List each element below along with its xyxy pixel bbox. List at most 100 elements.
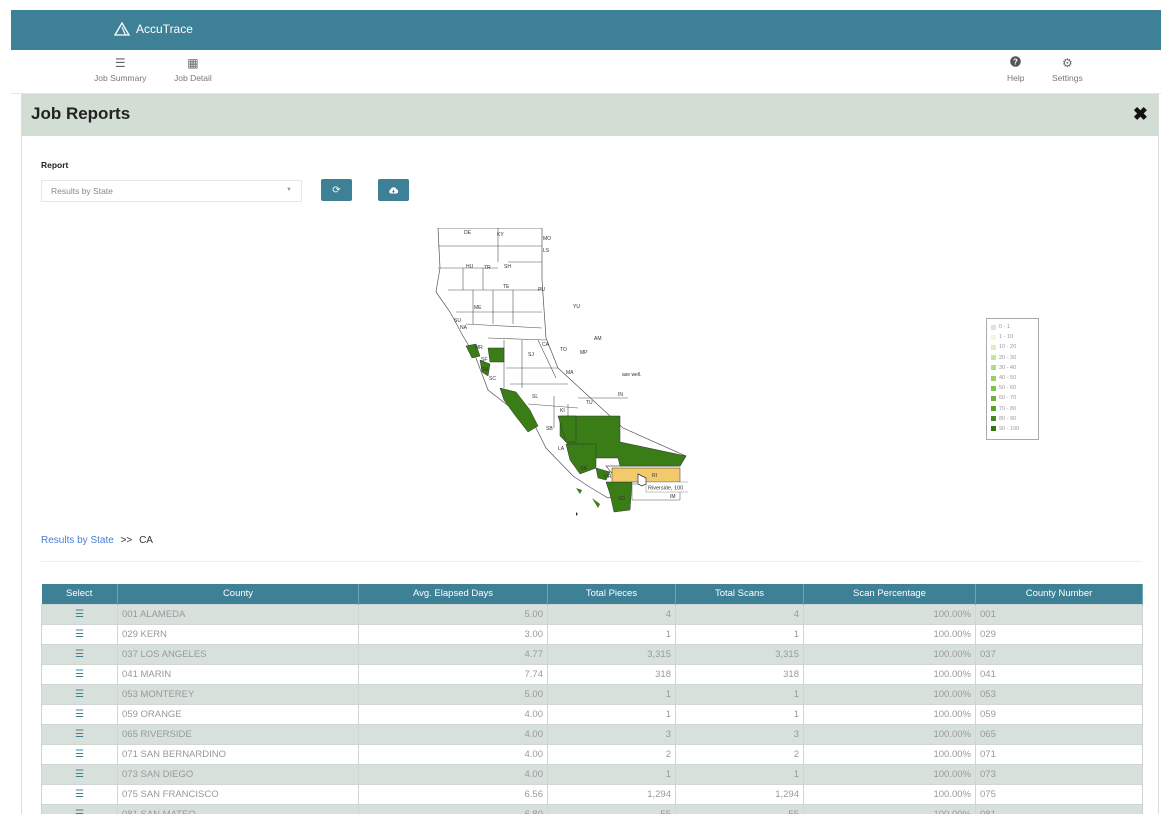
cell-county-number: 075 [975, 783, 1143, 805]
cell-county: 065 RIVERSIDE [117, 723, 359, 745]
select-row-icon[interactable]: ☰ [41, 803, 118, 814]
report-label: Report [41, 160, 69, 170]
col-header-avg-elapsed-days[interactable]: Avg. Elapsed Days [358, 584, 548, 604]
nav-job-summary-label: Job Summary [94, 73, 147, 83]
cell-scan-percentage: 100.00% [803, 623, 976, 645]
col-header-county-number[interactable]: County Number [975, 584, 1143, 604]
legend-item: 40 - 50 [991, 373, 1034, 383]
table-row[interactable]: ☰ 053 MONTEREY 5.00 1 1 100.00% 053 [41, 683, 1143, 705]
legend-swatch [991, 324, 996, 330]
county-results-table: Select County Avg. Elapsed Days Total Pi… [41, 584, 1143, 814]
table-row[interactable]: ☰ 065 RIVERSIDE 4.00 3 3 100.00% 065 [41, 723, 1143, 745]
select-row-icon[interactable]: ☰ [41, 683, 118, 705]
cell-total-pieces: 318 [547, 663, 676, 685]
table-row[interactable]: ☰ 037 LOS ANGELES 4.77 3,315 3,315 100.00% 037 [41, 643, 1143, 665]
col-header-total-scans[interactable]: Total Scans [675, 584, 804, 604]
cell-scan-percentage: 100.00% [803, 703, 976, 725]
map-label: SJ [528, 352, 534, 358]
nav-settings-label: Settings [1052, 73, 1083, 83]
legend-item: 90 - 100 [991, 424, 1034, 434]
select-row-icon[interactable]: ☰ [41, 663, 118, 685]
nav-job-summary[interactable]: ☰ Job Summary [94, 56, 146, 83]
legend-label: 80 - 90 [999, 415, 1017, 422]
select-row-icon[interactable]: ☰ [41, 703, 118, 725]
cell-county: 075 SAN FRANCISCO [117, 783, 359, 805]
col-header-scan-percentage[interactable]: Scan Percentage [803, 584, 976, 604]
map-label: CA [542, 342, 550, 348]
table-row[interactable]: ☰ 075 SAN FRANCISCO 6.56 1,294 1,294 100.00% 0… [41, 783, 1143, 805]
select-row-icon[interactable]: ☰ [41, 603, 118, 625]
legend-swatch [991, 426, 996, 432]
breadcrumb-current: CA [139, 535, 153, 546]
cell-total-scans: 1 [675, 703, 804, 725]
app-name: AccuTrace [136, 22, 193, 36]
cell-scan-percentage: 100.00% [803, 723, 976, 745]
col-header-county[interactable]: County [117, 584, 359, 604]
cell-county-number: 081 [975, 803, 1143, 814]
table-row[interactable]: ☰ 071 SAN BERNARDINO 4.00 2 2 100.00% 071 [41, 743, 1143, 765]
map-label: SB [546, 426, 553, 432]
map-label: TE [503, 284, 510, 290]
legend-item: 70 - 80 [991, 404, 1034, 414]
cell-total-scans: 3,315 [675, 643, 804, 665]
cell-county-number: 071 [975, 743, 1143, 765]
close-icon[interactable]: ✖ [1133, 104, 1148, 125]
map-annotation: ase well. [622, 372, 641, 378]
select-row-icon[interactable]: ☰ [41, 783, 118, 805]
table-row[interactable]: ☰ 041 MARIN 7.74 318 318 100.00% 041 [41, 663, 1143, 685]
cell-county-number: 001 [975, 603, 1143, 625]
col-header-total-pieces[interactable]: Total Pieces [547, 584, 676, 604]
download-button[interactable] [378, 179, 409, 201]
nav-bar: ☰ Job Summary ▦ Job Detail ? Help ⚙ Sett… [11, 50, 1161, 94]
map-label: SF [481, 357, 487, 363]
nav-job-detail[interactable]: ▦ Job Detail [174, 56, 212, 83]
refresh-button[interactable]: ⟳ [321, 179, 352, 201]
cell-avg-elapsed-days: 4.00 [358, 723, 548, 745]
legend-item: 50 - 60 [991, 383, 1034, 393]
select-row-icon[interactable]: ☰ [41, 623, 118, 645]
refresh-icon: ⟳ [332, 184, 341, 196]
cell-scan-percentage: 100.00% [803, 663, 976, 685]
cloud-download-icon [389, 187, 399, 194]
select-row-icon[interactable]: ☰ [41, 763, 118, 785]
cell-avg-elapsed-days: 5.00 [358, 603, 548, 625]
table-row[interactable]: ☰ 073 SAN DIEGO 4.00 1 1 100.00% 073 [41, 763, 1143, 785]
cell-avg-elapsed-days: 3.00 [358, 623, 548, 645]
breadcrumb-results-by-state[interactable]: Results by State [41, 535, 114, 546]
table-row[interactable]: ☰ 081 SAN MATEO 6.80 55 55 100.00% 081 [41, 803, 1143, 814]
cell-scan-percentage: 100.00% [803, 743, 976, 765]
cell-county-number: 065 [975, 723, 1143, 745]
col-header-select[interactable]: Select [41, 584, 118, 604]
cell-county: 071 SAN BERNARDINO [117, 743, 359, 765]
map-label: LA [558, 446, 565, 452]
cell-scan-percentage: 100.00% [803, 763, 976, 785]
nav-settings[interactable]: ⚙ Settings [1052, 56, 1083, 83]
legend-item: 0 - 1 [991, 322, 1034, 332]
legend-swatch [991, 416, 996, 422]
report-select[interactable]: Results by State ▼ [41, 180, 302, 202]
select-row-icon[interactable]: ☰ [41, 743, 118, 765]
map-label: ME [474, 305, 482, 311]
table-row[interactable]: ☰ 059 ORANGE 4.00 1 1 100.00% 059 [41, 703, 1143, 725]
legend-label: 1 - 10 [999, 334, 1014, 341]
table-row[interactable]: ☰ 029 KERN 3.00 1 1 100.00% 029 [41, 623, 1143, 645]
table-row[interactable]: ☰ 001 ALAMEDA 5.00 4 4 100.00% 001 [41, 603, 1143, 625]
top-bar: AccuTrace [11, 10, 1161, 50]
map-county-alameda[interactable] [487, 347, 505, 363]
cell-total-pieces: 1 [547, 683, 676, 705]
legend-swatch [991, 365, 996, 371]
select-row-icon[interactable]: ☰ [41, 723, 118, 745]
legend-swatch [991, 375, 996, 381]
cell-county: 073 SAN DIEGO [117, 763, 359, 785]
legend-item: 10 - 20 [991, 342, 1034, 352]
california-county-map[interactable]: DE KY MO LS HU TR SH PU TE YU ME SU NA M… [418, 228, 688, 528]
map-label: MR [475, 345, 483, 351]
legend-label: 50 - 60 [999, 385, 1017, 392]
cell-total-scans: 1 [675, 683, 804, 705]
cell-total-scans: 318 [675, 663, 804, 685]
map-island-1 [576, 488, 582, 494]
select-row-icon[interactable]: ☰ [41, 643, 118, 665]
nav-help[interactable]: ? Help [1007, 56, 1024, 83]
brand[interactable]: AccuTrace [114, 22, 193, 36]
nav-job-detail-label: Job Detail [174, 73, 212, 83]
